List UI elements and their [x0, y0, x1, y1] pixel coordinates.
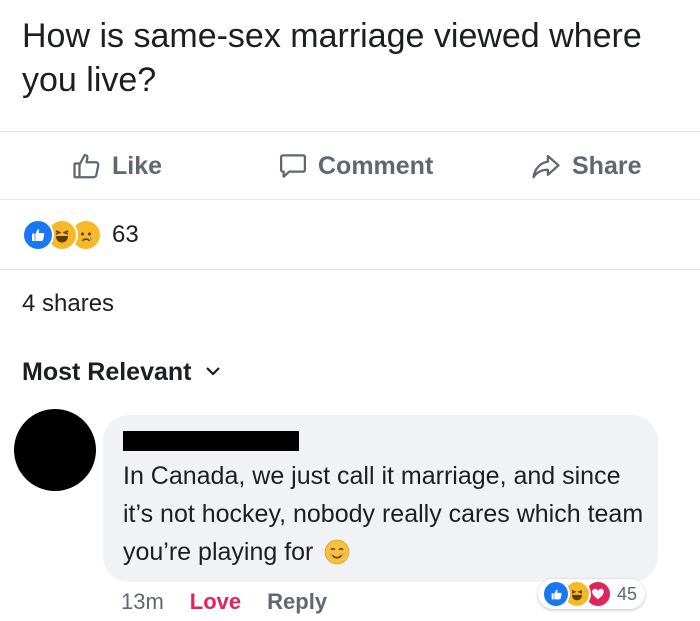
comment-body: In Canada, we just call it marriage, and… [123, 462, 644, 566]
love-reaction-button[interactable]: Love [190, 589, 241, 615]
reply-button[interactable]: Reply [267, 589, 327, 615]
comment-label: Comment [318, 151, 434, 180]
post-text: How is same-sex marriage viewed where yo… [22, 17, 642, 99]
share-label: Share [572, 151, 642, 180]
speech-bubble-icon [278, 151, 308, 181]
share-arrow-icon [530, 151, 562, 181]
like-icon [22, 219, 54, 251]
reaction-summary[interactable]: 63 [22, 218, 139, 252]
like-button[interactable]: Like [72, 149, 162, 183]
shares-count[interactable]: 4 shares [22, 290, 114, 318]
divider [0, 131, 700, 132]
commenter-avatar[interactable] [14, 409, 96, 491]
smiling-face-icon [324, 538, 350, 565]
sort-label: Most Relevant [22, 358, 192, 386]
comment-meta: 13m Love Reply [121, 589, 327, 615]
divider [0, 199, 700, 200]
comment-text: In Canada, we just call it marriage, and… [123, 457, 648, 571]
share-button[interactable]: Share [530, 149, 641, 183]
reaction-count: 63 [112, 221, 139, 248]
divider [0, 269, 700, 270]
comment-button[interactable]: Comment [278, 149, 433, 183]
like-icon [542, 580, 570, 608]
redacted-commenter-name[interactable] [123, 431, 299, 451]
comment-reaction-count: 45 [617, 583, 638, 604]
comment-bubble: In Canada, we just call it marriage, and… [103, 415, 658, 582]
thumbs-up-icon [72, 151, 102, 181]
comment-sort-dropdown[interactable]: Most Relevant [22, 358, 221, 387]
comment-time[interactable]: 13m [121, 589, 164, 615]
post-action-bar: Like Comment Share [0, 133, 700, 197]
like-label: Like [112, 151, 163, 180]
comment-reaction-summary[interactable]: 45 [538, 579, 646, 609]
chevron-down-icon [205, 364, 221, 382]
